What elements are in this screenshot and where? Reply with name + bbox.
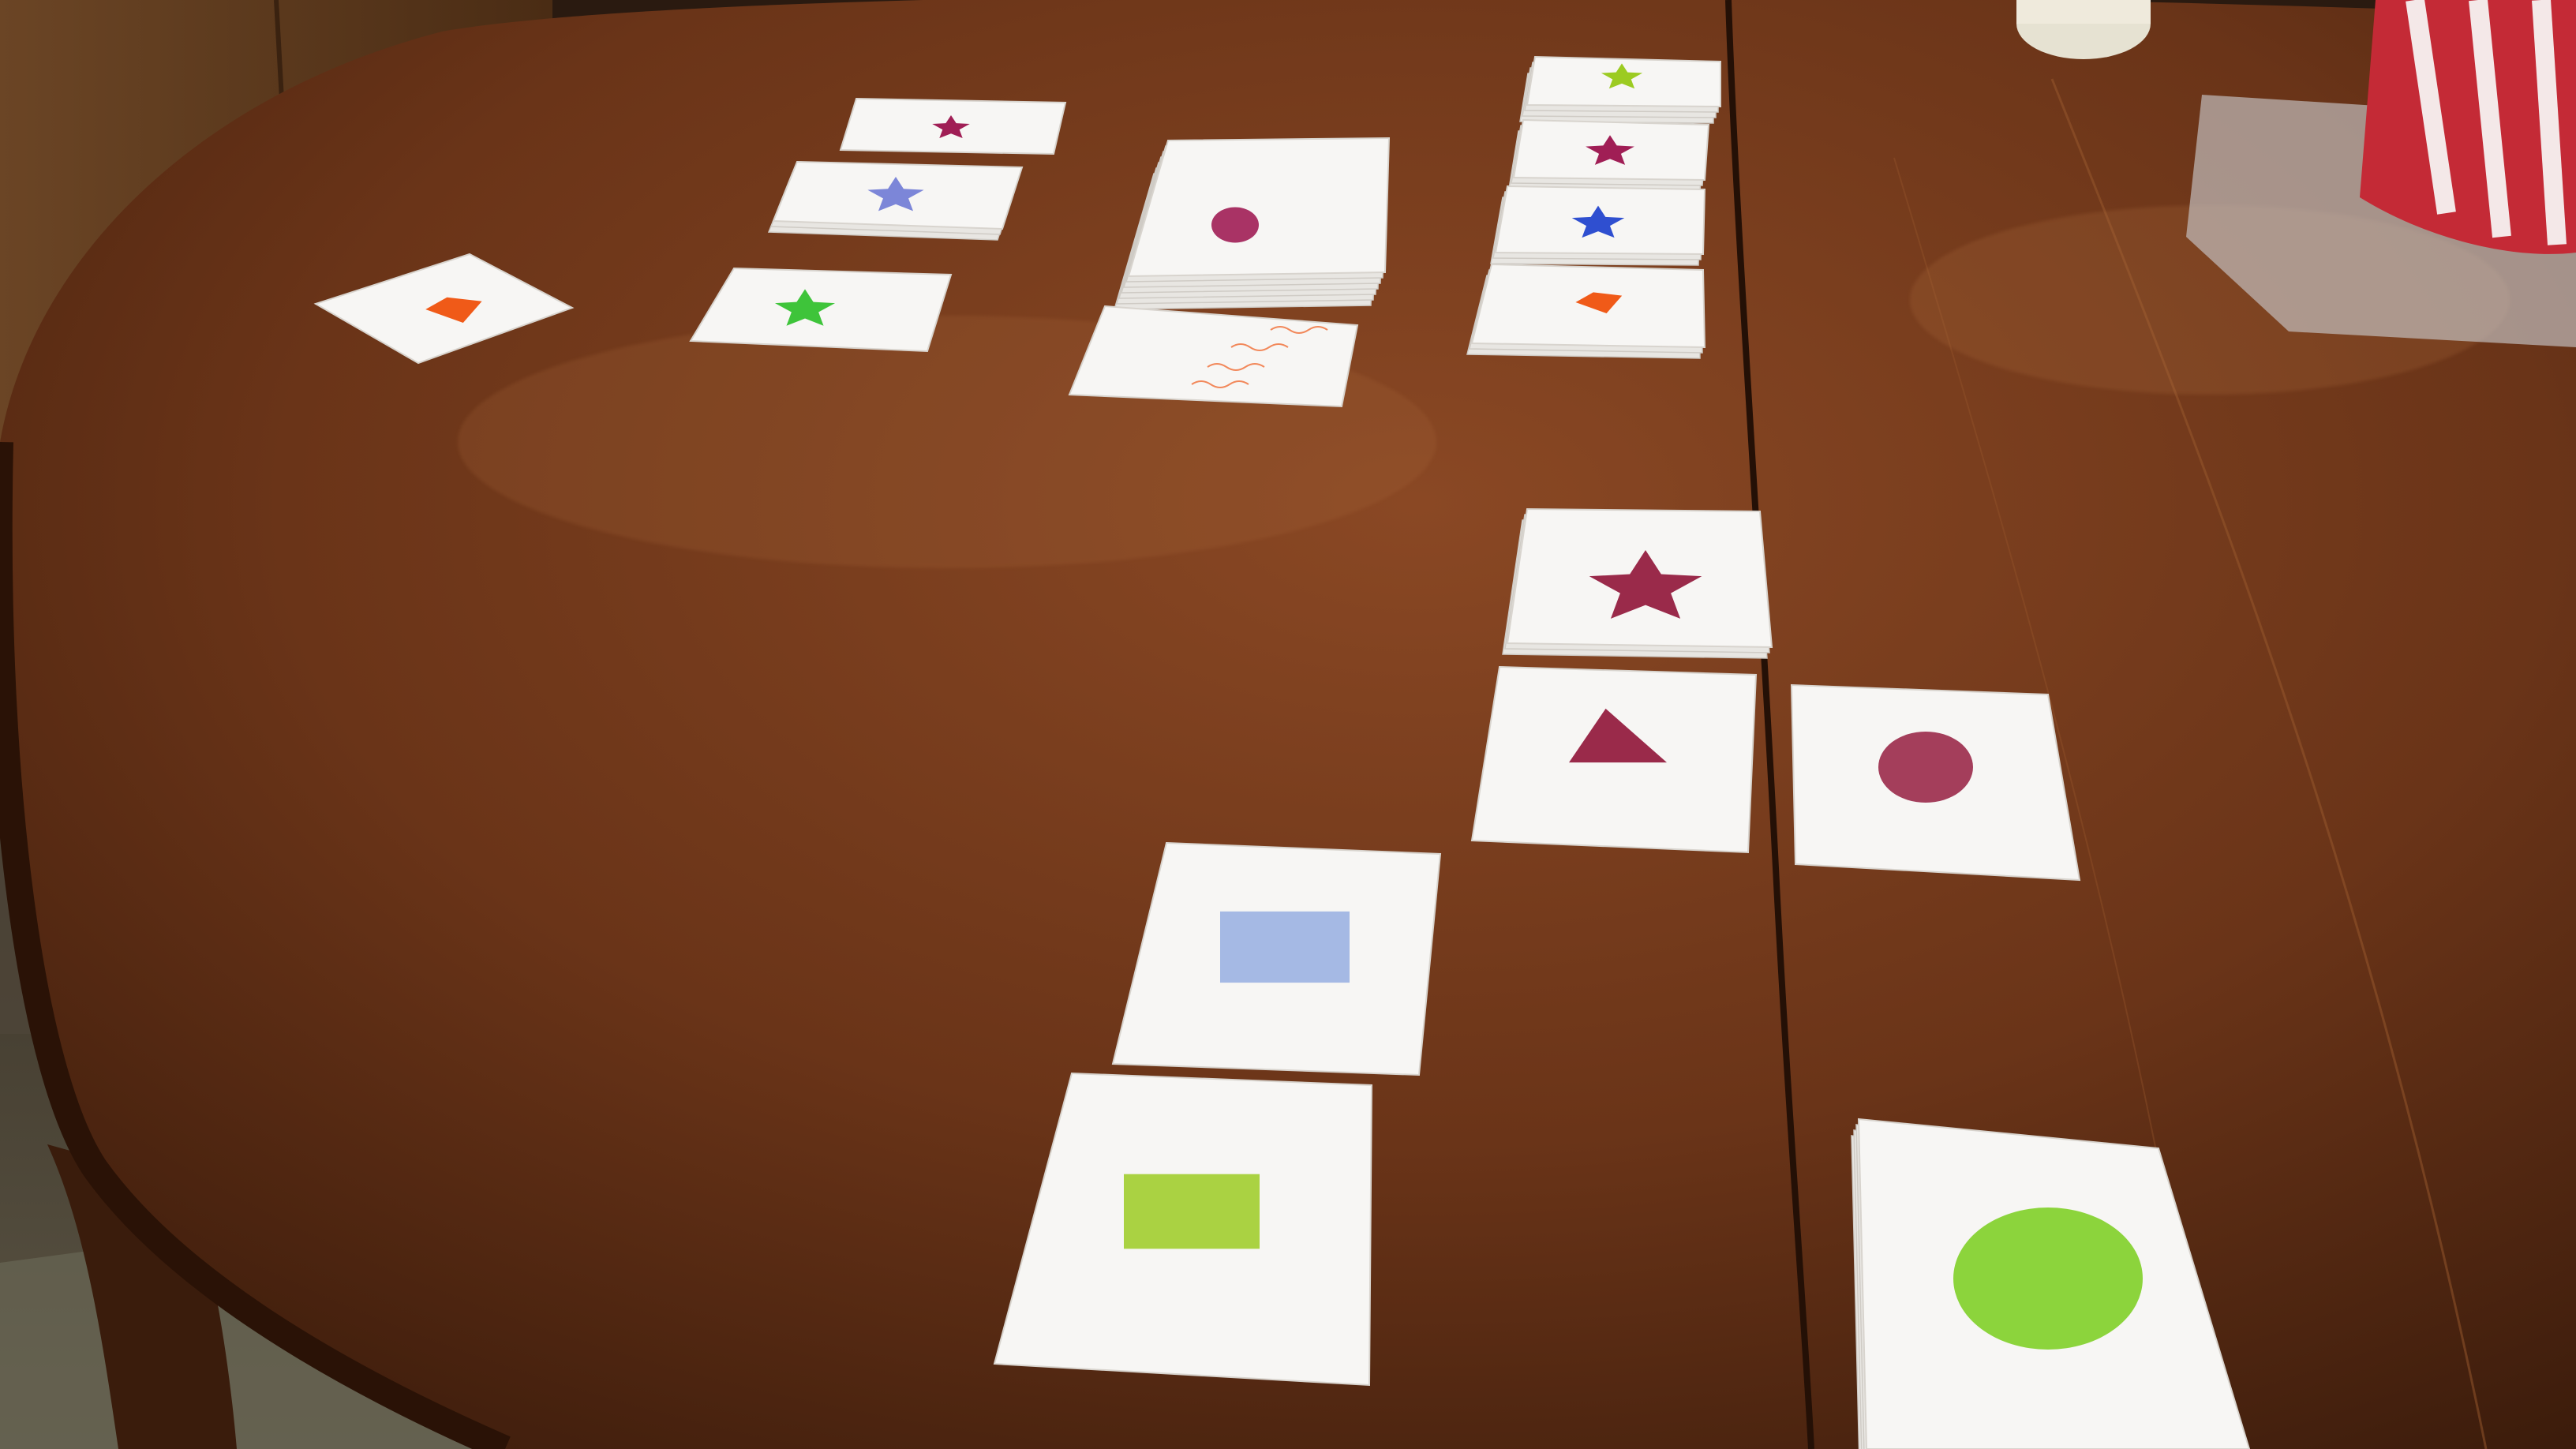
card-face (1068, 305, 1359, 408)
card-red-star-right[interactable] (1508, 118, 1710, 192)
card-maroon-triangle[interactable] (1470, 665, 1758, 854)
card-green-star[interactable] (689, 267, 953, 353)
rectangle-shape-icon (1124, 1174, 1260, 1249)
card-lightblue-rectangle[interactable] (1111, 841, 1442, 1076)
circle-shape-icon (1211, 207, 1259, 243)
card-handwritten-note[interactable] (1068, 305, 1359, 408)
circle-shape-icon (1878, 732, 1973, 803)
card-face (1127, 137, 1391, 278)
card-red-star-small[interactable] (839, 97, 1067, 155)
white-jar-body (2016, 0, 2151, 24)
card-yellowgreen-star[interactable] (1519, 55, 1721, 124)
card-blue-star-stack[interactable] (767, 160, 1024, 241)
card-maroon-circle[interactable] (1790, 683, 2081, 882)
card-sorting-table-photo (0, 0, 2576, 1449)
card-orange-diamond-right[interactable] (1466, 263, 1706, 359)
card-maroon-star[interactable] (1502, 507, 1773, 659)
rectangle-shape-icon (1220, 911, 1350, 983)
circle-shape-icon (1953, 1208, 2143, 1350)
card-blue-star-right[interactable] (1490, 185, 1706, 266)
